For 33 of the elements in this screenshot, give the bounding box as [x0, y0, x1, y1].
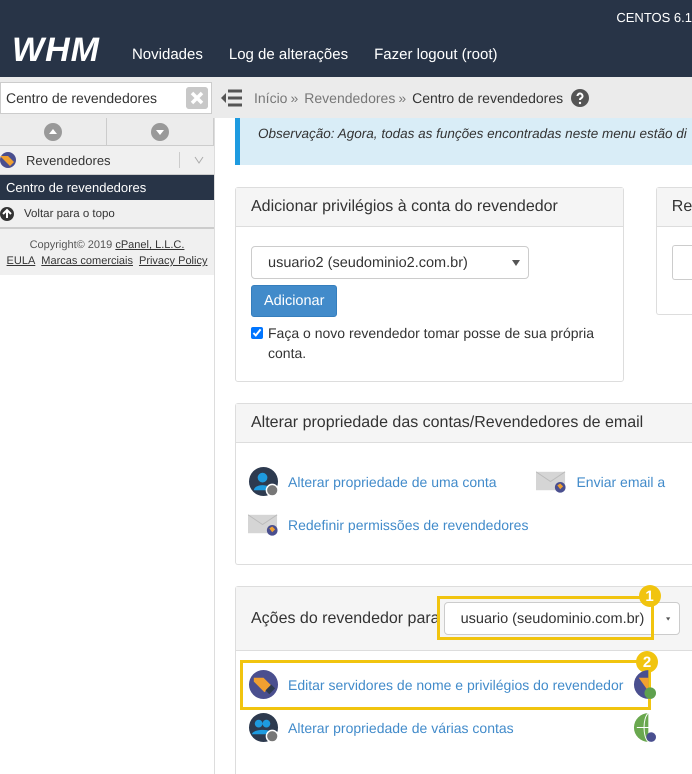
footer-link[interactable]: Privacy Policy [138, 255, 208, 267]
account-select[interactable]: usuario2 (seudominio2.com.br) [251, 246, 529, 279]
sidebar-item[interactable]: Centro de revendedores [0, 175, 214, 200]
panel-title: Alterar propriedade das contas/Revendedores de email [251, 414, 644, 432]
breadcrumb-link[interactable]: Centro de revendedores [412, 90, 564, 106]
add-button[interactable]: Adicionar [251, 285, 338, 317]
panel-title: Adicionar privilégios à conta do revendedor [251, 198, 558, 216]
nav-link[interactable]: Fazer logout (root) [374, 46, 498, 67]
action-link[interactable]: Alterar propriedade de uma conta [248, 466, 528, 497]
back-to-top-link[interactable]: Voltar para o topo [0, 200, 214, 229]
nav-link[interactable]: Novidades [132, 46, 203, 67]
action-link[interactable]: Enviar email a [536, 466, 666, 497]
search-field[interactable]: Centro de revendedores [0, 82, 212, 114]
action-link[interactable]: Alterar propriedade de várias contas [248, 712, 624, 743]
checkbox-label: Faça o novo revendedor tomar posse de sua própria conta. [268, 324, 596, 363]
breadcrumb-link[interactable]: Revendedores [304, 90, 396, 106]
breadcrumb-separator: » [398, 90, 406, 106]
step-badge: 1 [638, 585, 661, 607]
breadcrumb-link[interactable]: Início [254, 90, 288, 106]
reseller-select[interactable]: usuario (seudominio.com.br) [444, 602, 680, 635]
footer-link[interactable]: EULA [6, 255, 36, 267]
panel-title: Re [672, 198, 692, 216]
info-note: Observação: Agora, todas as funções encontradas neste menu estão di [235, 118, 692, 165]
copyright-text: Copyright© 2019 [30, 239, 114, 251]
step-badge: 2 [636, 651, 658, 673]
action-link[interactable]: Redefinir permissões de revendedores [248, 509, 528, 540]
nav-link[interactable]: Log de alterações [228, 46, 348, 67]
logo[interactable]: WHM [12, 33, 100, 67]
company-link[interactable]: cPanel, L.L.C. [115, 239, 184, 251]
footer-link[interactable]: Marcas comerciais [41, 255, 133, 267]
breadcrumb-separator: » [290, 90, 298, 106]
os-version: CENTOS 6.1 [616, 10, 692, 25]
action-link[interactable]: Editar servidores de nome e privilégios do revendedor [248, 669, 624, 700]
